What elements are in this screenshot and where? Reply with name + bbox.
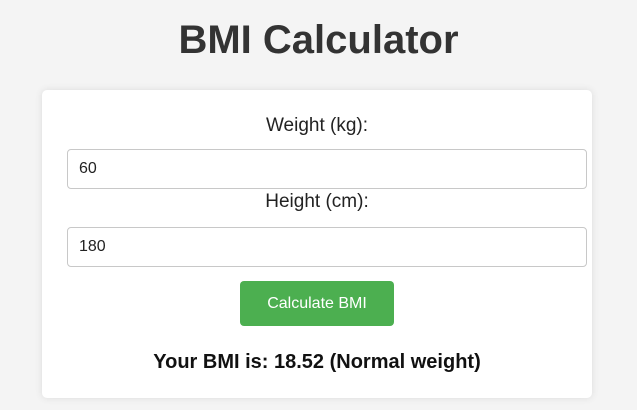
page-title: BMI Calculator bbox=[178, 18, 459, 62]
height-label: Height (cm): bbox=[265, 191, 369, 212]
calculator-card: Weight (kg): Height (cm): Calculate BMI … bbox=[42, 90, 592, 398]
weight-label: Weight (kg): bbox=[265, 115, 369, 136]
calculate-bmi-button[interactable]: Calculate BMI bbox=[240, 281, 394, 326]
bmi-result: Your BMI is: 18.52 (Normal weight) bbox=[153, 351, 481, 373]
height-input[interactable] bbox=[67, 227, 587, 267]
weight-input[interactable] bbox=[67, 149, 587, 189]
